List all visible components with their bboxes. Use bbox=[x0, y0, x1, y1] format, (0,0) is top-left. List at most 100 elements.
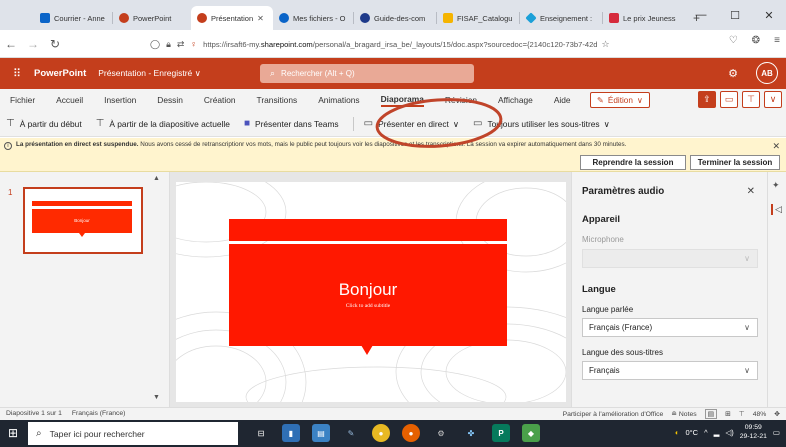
settings-icon[interactable]: ⚙ bbox=[432, 424, 450, 442]
tab-transitions[interactable]: Transitions bbox=[257, 95, 298, 105]
close-icon[interactable]: ✕ bbox=[772, 141, 780, 152]
tab-animations[interactable]: Animations bbox=[318, 95, 359, 105]
forward-icon[interactable]: → bbox=[22, 37, 44, 51]
comments-icon[interactable]: ▭ bbox=[720, 91, 738, 108]
scroll-down-icon[interactable]: ▼ bbox=[153, 394, 160, 401]
store-icon[interactable]: ▤ bbox=[312, 424, 330, 442]
back-icon[interactable]: ← bbox=[0, 37, 22, 51]
slide-header-bar bbox=[229, 219, 507, 241]
normal-view-icon[interactable]: ▤ bbox=[704, 409, 718, 419]
from-current-label: À partir de la diapositive actuelle bbox=[109, 118, 230, 129]
tab-creation[interactable]: Création bbox=[204, 95, 236, 105]
chevron-up-icon[interactable]: ^ bbox=[704, 428, 708, 437]
browser-tab-prix[interactable]: Le prix Jeuness bbox=[603, 6, 685, 30]
slide-thumbnail[interactable]: Bonjour bbox=[23, 187, 143, 254]
app-name[interactable]: PowerPoint bbox=[34, 68, 86, 79]
close-icon[interactable]: ✕ bbox=[752, 0, 786, 30]
feedback-link[interactable]: Participer à l'amélioration d'Office bbox=[563, 411, 664, 418]
tab-label: Mes fichiers - O bbox=[293, 13, 346, 23]
always-subtitles-button[interactable]: ▭ Toujours utiliser les sous-titres ∨ bbox=[473, 118, 610, 129]
search-box[interactable]: ⌕ Rechercher (Alt + Q) bbox=[260, 64, 474, 83]
pocket-icon[interactable]: ♡ bbox=[729, 35, 738, 46]
close-icon[interactable]: ✕ bbox=[747, 186, 755, 197]
document-language[interactable]: Français (France) bbox=[72, 410, 126, 417]
chrome-icon[interactable]: ● bbox=[372, 424, 390, 442]
from-start-button[interactable]: ⊤ À partir du début bbox=[6, 118, 82, 129]
browser-tab-enseignement[interactable]: Enseignement : bbox=[520, 6, 602, 30]
network-icon[interactable]: ▂ bbox=[714, 428, 720, 437]
ribbon-tabs: Fichier Accueil Insertion Dessin Créatio… bbox=[0, 89, 786, 111]
url-prefix: https://irsaft6-my. bbox=[203, 39, 261, 49]
tab-affichage[interactable]: Affichage bbox=[498, 95, 533, 105]
slide[interactable]: Bonjour Click to add subtitle bbox=[176, 182, 566, 402]
tab-accueil[interactable]: Accueil bbox=[56, 95, 83, 105]
spoken-language-select[interactable]: Français (France) ∨ bbox=[582, 318, 758, 337]
reload-icon[interactable]: ↻ bbox=[44, 37, 66, 51]
audio-settings-icon[interactable]: ◁ bbox=[771, 204, 782, 215]
browser-tab-presentation[interactable]: Présentation ✕ bbox=[191, 6, 273, 30]
present-live-button[interactable]: ▭ Présenter en direct ∨ bbox=[364, 118, 459, 129]
extension-icon[interactable]: ❂ bbox=[752, 35, 760, 46]
zoom-level[interactable]: 48% bbox=[753, 411, 767, 418]
taskbar-apps: ⊟ ▮ ▤ ✎ ● ● ⚙ ✤ P ◆ bbox=[252, 424, 540, 442]
site-icon bbox=[360, 13, 370, 23]
people-icon[interactable]: ✤ bbox=[462, 424, 480, 442]
present-icon[interactable]: ⊤ bbox=[742, 91, 760, 108]
status-right: Participer à l'amélioration d'Office ≘ N… bbox=[563, 409, 780, 419]
app-icon[interactable]: ◆ bbox=[522, 424, 540, 442]
url-field[interactable]: ◯ 🔒︎ ⇄ ♀ https://irsaft6-my. sharepoint.c… bbox=[150, 34, 670, 54]
maximize-icon[interactable]: ☐ bbox=[718, 0, 752, 30]
tab-fichier[interactable]: Fichier bbox=[10, 95, 35, 105]
slide-subtitle[interactable]: Click to add subtitle bbox=[229, 303, 507, 309]
notifications-icon[interactable]: ▭ bbox=[773, 428, 780, 437]
from-current-button[interactable]: ⊤ À partir de la diapositive actuelle bbox=[96, 118, 230, 129]
browser-tab-guide[interactable]: Guide-des-com bbox=[354, 6, 436, 30]
volume-icon[interactable]: ◁) bbox=[725, 428, 733, 437]
lock-icon: 🔒︎ bbox=[166, 38, 171, 49]
browser-tab-fisaf[interactable]: FISAF_Catalogu bbox=[437, 6, 519, 30]
settings-gear-icon[interactable]: ⚙ bbox=[728, 67, 738, 80]
scroll-up-icon[interactable]: ▲ bbox=[153, 175, 160, 182]
chevron-down-icon[interactable]: ∨ bbox=[764, 91, 782, 108]
tab-insertion[interactable]: Insertion bbox=[104, 95, 136, 105]
microphone-select[interactable]: ∨ bbox=[582, 249, 758, 268]
taskbar-search[interactable]: ⌕ Taper ici pour rechercher bbox=[28, 422, 238, 445]
fit-to-window-icon[interactable]: ✥ bbox=[774, 410, 780, 418]
paint-icon[interactable]: ✎ bbox=[342, 424, 360, 442]
windows-start-icon[interactable]: ⊞ bbox=[8, 426, 18, 440]
bookmark-star-icon[interactable]: ☆ bbox=[602, 39, 610, 50]
app-launcher-icon[interactable]: ⠿ bbox=[0, 67, 34, 80]
task-view-icon[interactable]: ⊟ bbox=[252, 424, 270, 442]
file-explorer-icon[interactable]: ▮ bbox=[282, 424, 300, 442]
slide-title[interactable]: Bonjour bbox=[229, 280, 507, 300]
clock[interactable]: 09:59 29-12-21 bbox=[740, 423, 767, 441]
share-icon[interactable]: ⇪ bbox=[698, 91, 716, 108]
tab-diaporama[interactable]: Diaporama bbox=[380, 94, 424, 107]
avatar[interactable]: AB bbox=[756, 62, 778, 84]
present-in-teams-button[interactable]: ■ Présenter dans Teams bbox=[244, 118, 339, 129]
pane-title: Paramètres audio bbox=[582, 186, 665, 197]
minimize-icon[interactable]: — bbox=[684, 0, 718, 30]
designer-icon[interactable]: ✦ bbox=[772, 180, 780, 191]
document-title[interactable]: Présentation - Enregistré ∨ bbox=[98, 68, 201, 79]
browser-tab-powerpoint[interactable]: PowerPoint bbox=[113, 6, 191, 30]
reading-view-icon[interactable]: ⊤ bbox=[739, 410, 745, 418]
search-icon: ⌕ bbox=[270, 68, 276, 78]
tab-revision[interactable]: Révision bbox=[445, 95, 477, 105]
close-tab-icon[interactable]: ✕ bbox=[257, 14, 264, 23]
temperature[interactable]: 0°C bbox=[686, 428, 699, 437]
subtitle-language-select[interactable]: Français ∨ bbox=[582, 361, 758, 380]
end-session-button[interactable]: Terminer la session bbox=[690, 155, 780, 170]
slide-sorter-icon[interactable]: ⊞ bbox=[725, 410, 731, 418]
tab-aide[interactable]: Aide bbox=[554, 95, 571, 105]
publisher-icon[interactable]: P bbox=[492, 424, 510, 442]
browser-tab-courrier[interactable]: Courrier - Anne bbox=[34, 6, 112, 30]
firefox-icon[interactable]: ● bbox=[402, 424, 420, 442]
resume-session-button[interactable]: Reprendre la session bbox=[580, 155, 686, 170]
notes-button[interactable]: ≘ Notes bbox=[671, 410, 696, 418]
editing-mode-button[interactable]: ✎ Édition ∨ bbox=[590, 92, 650, 108]
weather-icon[interactable]: ◐ bbox=[675, 428, 680, 437]
tab-dessin[interactable]: Dessin bbox=[157, 95, 183, 105]
browser-tab-mes-fichiers[interactable]: Mes fichiers - O bbox=[273, 6, 353, 30]
menu-icon[interactable]: ≡ bbox=[774, 35, 780, 46]
